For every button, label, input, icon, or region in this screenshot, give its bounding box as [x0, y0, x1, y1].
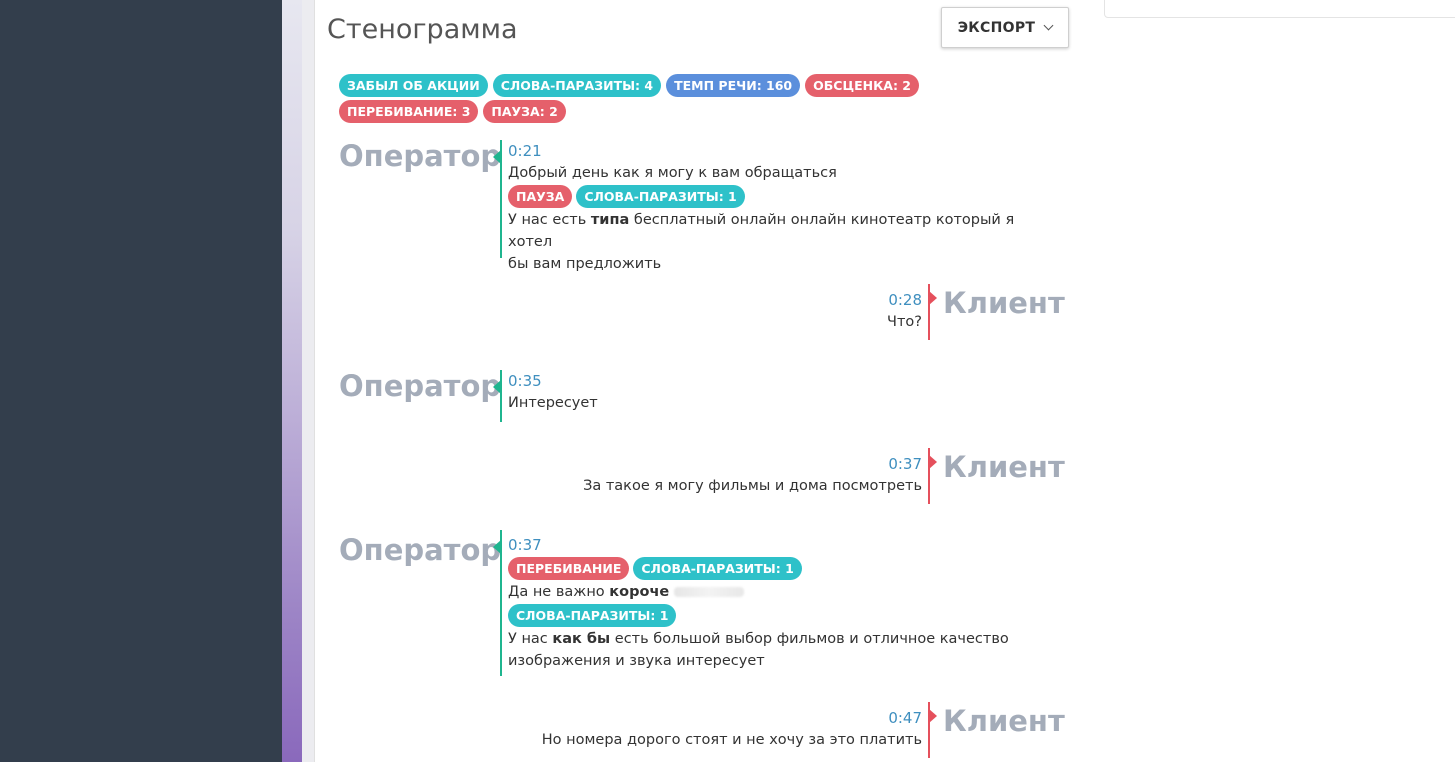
message-text: Но номера дорого стоят и не хочу за это …	[541, 732, 922, 748]
highlighted-word: короче	[609, 584, 670, 600]
message-tag: СЛОВА-ПАРАЗИТЫ: 1	[576, 185, 745, 208]
message-tag: ПЕРЕБИВАНИЕ	[508, 557, 630, 580]
summary-tag: ПЕРЕБИВАНИЕ: 3	[339, 100, 479, 123]
sidebar-decorative-strip	[282, 0, 302, 762]
message-text: изображения и звука интересует	[508, 653, 765, 669]
message-time: 0:21	[508, 142, 542, 160]
summary-tags: ЗАБЫЛ ОБ АКЦИИ СЛОВА-ПАРАЗИТЫ: 4 ТЕМП РЕ…	[339, 74, 1039, 123]
message-tag: СЛОВА-ПАРАЗИТЫ: 1	[633, 557, 802, 580]
chevron-down-icon	[1043, 20, 1054, 31]
message-operator: 0:21 Добрый день как я могу к вам обраща…	[493, 140, 1040, 272]
message-time: 0:37	[508, 536, 542, 554]
speaker-client: Клиент	[943, 450, 1065, 484]
message-text: У нас есть типа бесплатный онлайн онлайн…	[508, 212, 1015, 250]
message-tags: ПАУЗА СЛОВА-ПАРАЗИТЫ: 1	[508, 185, 1040, 208]
message-tags: ПЕРЕБИВАНИЕ СЛОВА-ПАРАЗИТЫ: 1	[508, 557, 1040, 580]
speaker-operator: Оператор	[339, 533, 502, 567]
redacted-text	[673, 587, 744, 597]
message-tag: ПАУЗА	[508, 185, 573, 208]
export-button-label: ЭКСПОРТ	[957, 19, 1036, 36]
sidebar-background	[0, 0, 282, 762]
speaker-client: Клиент	[943, 286, 1065, 320]
side-panel-card	[1104, 0, 1455, 18]
message-time: 0:47	[888, 709, 922, 727]
content-divider	[314, 0, 315, 762]
message-client: 0:37 За такое я могу фильмы и дома посмо…	[583, 448, 937, 504]
summary-tag: ЗАБЫЛ ОБ АКЦИИ	[339, 74, 488, 97]
content-gutter	[302, 0, 314, 762]
page-title: Стенограмма	[327, 14, 518, 45]
message-client: 0:47 Но номера дорого стоят и не хочу за…	[541, 702, 938, 758]
message-time: 0:28	[888, 291, 922, 309]
highlighted-word: как бы	[552, 631, 611, 647]
message-text: За такое я могу фильмы и дома посмотреть	[583, 478, 922, 494]
speaker-operator: Оператор	[339, 369, 502, 403]
message-text: Интересует	[508, 395, 598, 411]
message-time: 0:37	[888, 455, 922, 473]
message-operator: 0:37 ПЕРЕБИВАНИЕ СЛОВА-ПАРАЗИТЫ: 1 Да не…	[493, 530, 1040, 676]
export-button[interactable]: ЭКСПОРТ	[941, 7, 1069, 48]
message-time: 0:35	[508, 372, 542, 390]
message-text: У нас как бы есть большой выбор фильмов …	[508, 631, 1009, 647]
summary-tag: ПАУЗА: 2	[483, 100, 566, 123]
speaker-operator: Оператор	[339, 139, 502, 173]
speaker-client: Клиент	[943, 704, 1065, 738]
message-tags: СЛОВА-ПАРАЗИТЫ: 1	[508, 604, 1040, 627]
highlighted-word: типа	[590, 212, 630, 228]
message-text: бы вам предложить	[508, 256, 662, 272]
message-tag: СЛОВА-ПАРАЗИТЫ: 1	[508, 604, 677, 627]
summary-tag: СЛОВА-ПАРАЗИТЫ: 4	[492, 74, 662, 97]
message-operator: 0:35 Интересует	[493, 370, 1040, 422]
message-text: Добрый день как я могу к вам обращаться	[508, 165, 837, 181]
summary-tag: ТЕМП РЕЧИ: 160	[666, 74, 801, 97]
message-text: Да не важно короче	[508, 581, 1040, 603]
summary-tag: ОБСЦЕНКА: 2	[805, 74, 920, 97]
message-text: Что?	[887, 314, 922, 330]
message-client: 0:28 Что?	[887, 284, 937, 340]
